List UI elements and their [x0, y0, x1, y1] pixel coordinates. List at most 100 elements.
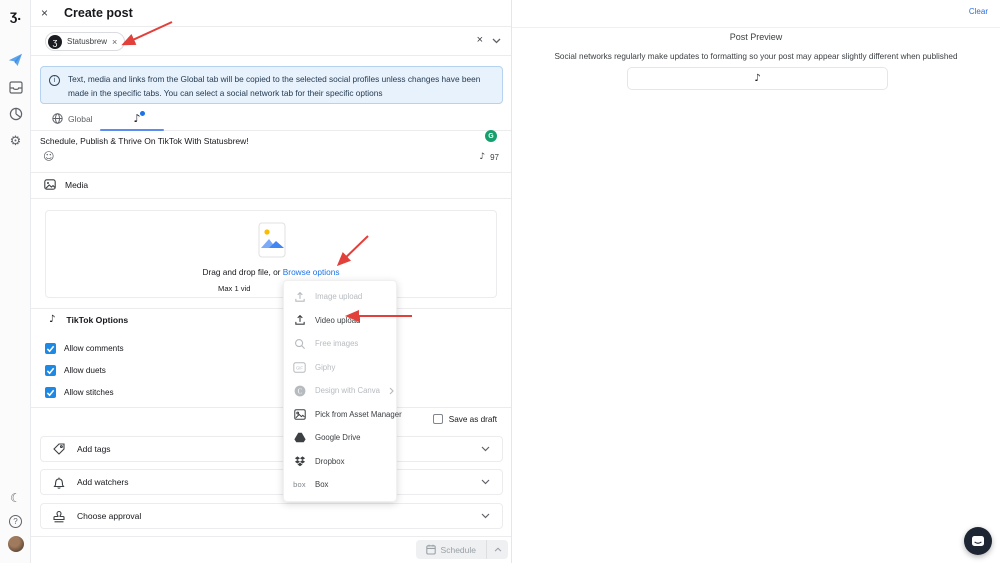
preview-network-tab[interactable]: ♪	[627, 67, 888, 90]
menu-item-label: Box	[315, 480, 328, 489]
panel-header: × Create post	[31, 0, 511, 27]
profile-selector[interactable]: ʒ Statusbrew × ×	[31, 27, 511, 56]
char-counter: ♪ 97	[479, 153, 499, 162]
clear-link[interactable]: Clear	[969, 7, 988, 16]
help-button[interactable]: ?	[0, 510, 31, 532]
dropzone-limit-hint: Max 1 vid	[218, 284, 251, 293]
inbox-icon	[9, 81, 23, 94]
selector-clear-icon[interactable]: ×	[477, 34, 483, 46]
upload-icon	[293, 314, 306, 326]
tab-tiktok[interactable]: ♪	[110, 107, 164, 130]
checkbox-allow-stitches[interactable]: Allow stitches	[45, 387, 114, 398]
sidebar-item-publish[interactable]	[0, 49, 31, 71]
menu-item-free-images: Free images	[284, 332, 396, 356]
divider	[512, 27, 1000, 28]
gear-icon: ⚙	[10, 135, 22, 148]
question-icon: ?	[9, 515, 22, 528]
canva-icon: C	[293, 385, 306, 397]
pie-chart-icon	[9, 107, 23, 121]
upload-icon	[293, 291, 306, 303]
chevron-down-icon	[481, 446, 490, 452]
app-sidebar: ʒ. ⚙ ☾ ?	[0, 0, 31, 563]
char-count-value: 97	[490, 153, 499, 162]
section-add-tags[interactable]: Add tags	[40, 436, 503, 462]
schedule-button[interactable]: Schedule	[416, 540, 508, 559]
checkbox-label: Allow duets	[64, 366, 106, 375]
dark-mode-toggle[interactable]: ☾	[0, 487, 31, 509]
moon-icon: ☾	[10, 492, 21, 504]
sidebar-item-inbox[interactable]	[0, 76, 31, 98]
menu-item-dropbox[interactable]: Dropbox	[284, 450, 396, 474]
save-as-draft-checkbox[interactable]: Save as draft	[433, 414, 497, 424]
chevron-down-icon[interactable]	[492, 38, 501, 44]
checkbox-label: Allow comments	[64, 344, 124, 353]
section-label: Choose approval	[77, 511, 141, 521]
menu-item-label: Giphy	[315, 363, 335, 372]
section-choose-approval[interactable]: Choose approval	[40, 503, 503, 529]
menu-item-image-upload: Image upload	[284, 285, 396, 309]
schedule-button-main[interactable]: Schedule	[416, 540, 487, 559]
tab-global-label: Global	[68, 114, 93, 124]
svg-text:GIF: GIF	[296, 365, 303, 370]
tiktok-icon: ♪	[479, 153, 485, 162]
chip-remove-icon[interactable]: ×	[112, 37, 117, 47]
tiktok-icon: ♪	[49, 315, 55, 325]
post-preview-panel: Clear Post Preview Social networks regul…	[512, 0, 1000, 563]
emoji-picker-icon[interactable]: ☺	[43, 151, 54, 162]
close-icon[interactable]: ×	[41, 6, 48, 20]
image-placeholder-illustration	[257, 222, 287, 262]
chevron-down-icon	[481, 479, 490, 485]
search-icon	[293, 338, 306, 350]
user-avatar[interactable]	[0, 533, 31, 555]
divider	[31, 536, 511, 537]
checkbox-allow-comments[interactable]: Allow comments	[45, 343, 124, 354]
tiktok-options-title: TikTok Options	[66, 315, 128, 325]
menu-item-label: Design with Canva	[315, 386, 380, 395]
avatar	[8, 536, 24, 552]
grammarly-icon[interactable]: G	[485, 130, 497, 142]
tag-icon	[53, 443, 65, 455]
sidebar-item-settings[interactable]: ⚙	[0, 130, 31, 152]
tab-global[interactable]: Global	[52, 107, 93, 130]
info-icon: i	[49, 75, 60, 86]
preview-disclaimer: Social networks regularly make updates t…	[512, 52, 1000, 61]
create-post-panel: × Create post ʒ Statusbrew × × i Text, m…	[31, 0, 512, 563]
menu-item-label: Dropbox	[315, 457, 344, 466]
divider	[31, 308, 511, 309]
menu-item-google-drive[interactable]: Google Drive	[284, 426, 396, 450]
image-icon	[44, 179, 56, 190]
post-text[interactable]: Schedule, Publish & Thrive On TikTok Wit…	[40, 136, 249, 146]
tiktok-icon: ♪	[754, 74, 760, 84]
media-section-header: Media	[44, 179, 88, 190]
chevron-down-icon	[481, 513, 490, 519]
section-label: Add watchers	[77, 477, 129, 487]
statusbrew-logo: ʒ.	[0, 4, 31, 26]
profile-chip-statusbrew[interactable]: ʒ Statusbrew ×	[45, 32, 125, 51]
divider	[31, 172, 511, 173]
browse-options-menu: Image upload Video upload Free images GI…	[283, 280, 397, 502]
checkbox-checked-icon	[45, 343, 56, 354]
chevron-up-icon	[494, 547, 502, 552]
media-dropzone[interactable]: Drag and drop file, or Browse options Ma…	[45, 210, 497, 298]
asset-manager-icon	[293, 409, 306, 420]
section-add-watchers[interactable]: Add watchers	[40, 469, 503, 495]
checkbox-unchecked-icon	[433, 414, 443, 424]
schedule-dropdown-toggle[interactable]	[487, 540, 508, 559]
divider	[31, 407, 511, 408]
checkbox-allow-duets[interactable]: Allow duets	[45, 365, 106, 376]
network-tabs: Global ♪	[31, 107, 511, 131]
chat-bubble-icon	[971, 535, 985, 548]
section-label: Add tags	[77, 444, 111, 454]
schedule-label: Schedule	[441, 545, 476, 555]
browse-options-link[interactable]: Browse options	[283, 267, 340, 277]
approval-stamp-icon	[53, 510, 65, 523]
menu-item-video-upload[interactable]: Video upload	[284, 309, 396, 333]
menu-item-box[interactable]: box Box	[284, 473, 396, 497]
chevron-right-icon	[389, 387, 394, 395]
menu-item-design-with-canva: C Design with Canva	[284, 379, 396, 403]
menu-item-giphy: GIF Giphy	[284, 356, 396, 380]
menu-item-asset-manager[interactable]: Pick from Asset Manager	[284, 403, 396, 427]
chat-launcher-button[interactable]	[964, 527, 992, 555]
menu-item-label: Video upload	[315, 316, 360, 325]
sidebar-item-reports[interactable]	[0, 103, 31, 125]
